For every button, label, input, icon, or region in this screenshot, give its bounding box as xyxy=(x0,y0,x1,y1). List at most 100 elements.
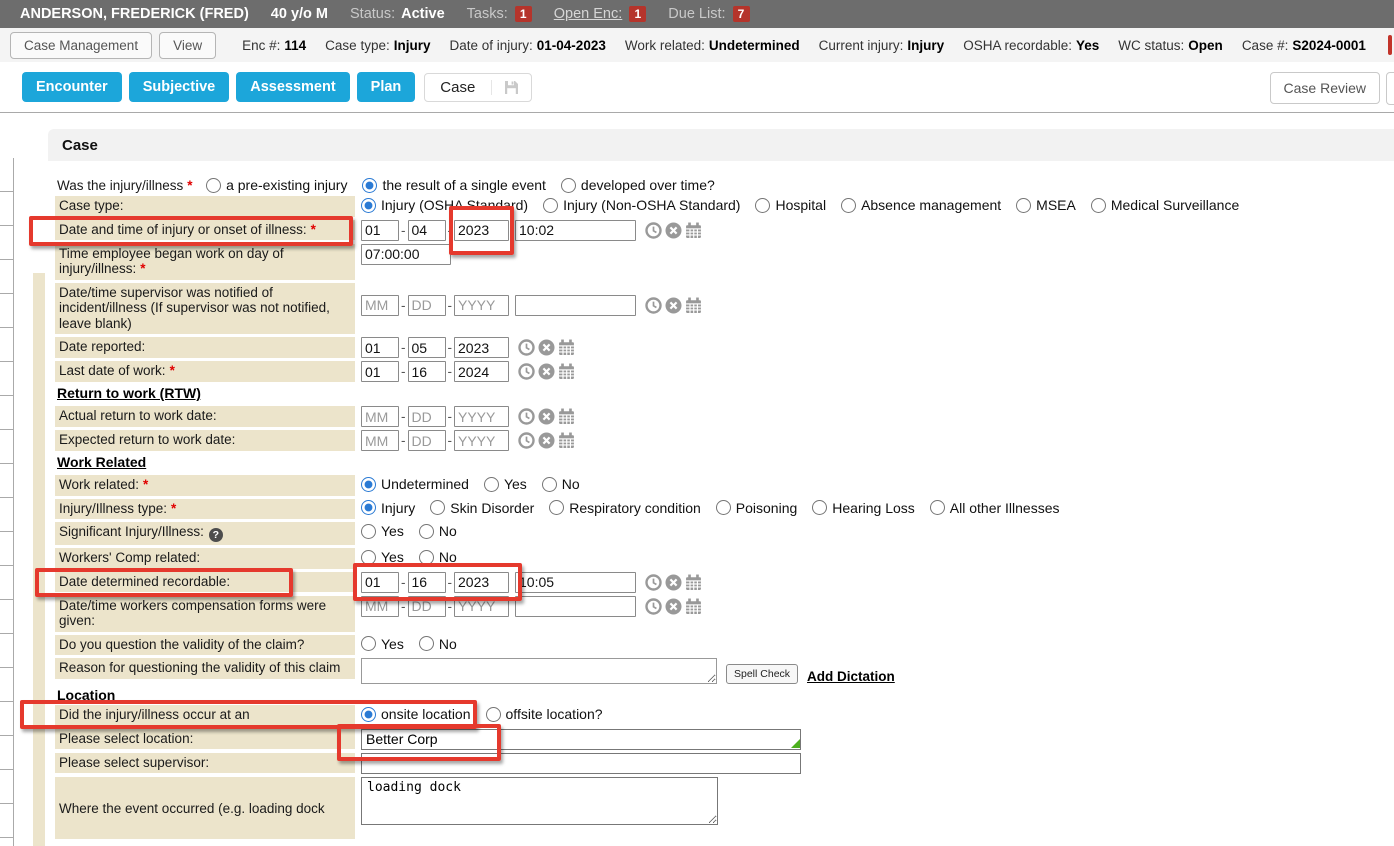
option-work-related-yes[interactable]: Yes xyxy=(484,475,527,492)
clear-icon[interactable] xyxy=(538,408,555,425)
case-review-button[interactable]: Case Review xyxy=(1270,72,1380,104)
clock-icon[interactable] xyxy=(645,222,662,239)
wc-forms-time-input[interactable] xyxy=(515,596,636,617)
option-work-related-no[interactable]: No xyxy=(542,475,580,492)
option-significant-yes[interactable]: Yes xyxy=(361,522,404,539)
supervisor-notified-month-input[interactable] xyxy=(361,295,399,316)
supervisor-notified-day-input[interactable] xyxy=(408,295,446,316)
injury-year-input[interactable] xyxy=(454,220,509,241)
tab-assessment[interactable]: Assessment xyxy=(236,72,349,102)
view-button[interactable]: View xyxy=(159,32,216,59)
save-icon[interactable] xyxy=(491,80,531,95)
date-reported-day-input[interactable] xyxy=(408,337,446,358)
calendar-icon[interactable] xyxy=(685,222,702,239)
last-date-month-input[interactable] xyxy=(361,361,399,382)
option-type-poisoning[interactable]: Poisoning xyxy=(716,499,798,516)
supervisor-notified-year-input[interactable] xyxy=(454,295,509,316)
option-pre-existing-injury[interactable]: a pre-existing injury xyxy=(206,176,347,193)
add-dictation-link[interactable]: Add Dictation xyxy=(807,669,895,684)
option-type-skin-disorder[interactable]: Skin Disorder xyxy=(430,499,534,516)
actual-rtw-month-input[interactable] xyxy=(361,406,399,427)
option-wc-yes[interactable]: Yes xyxy=(361,548,404,565)
clear-icon[interactable] xyxy=(538,339,555,356)
last-date-day-input[interactable] xyxy=(408,361,446,382)
last-date-year-input[interactable] xyxy=(454,361,509,382)
option-offsite-location[interactable]: offsite location? xyxy=(486,705,603,722)
clear-icon[interactable] xyxy=(665,598,682,615)
due-list-count-badge[interactable]: 7 xyxy=(733,6,750,22)
date-reported-year-input[interactable] xyxy=(454,337,509,358)
tab-subjective[interactable]: Subjective xyxy=(129,72,230,102)
option-single-event[interactable]: the result of a single event xyxy=(362,176,545,193)
option-significant-no[interactable]: No xyxy=(419,522,457,539)
began-work-time-input[interactable] xyxy=(361,244,451,265)
option-absence-management[interactable]: Absence management xyxy=(841,196,1001,213)
calendar-icon[interactable] xyxy=(558,408,575,425)
tasks-count-badge[interactable]: 1 xyxy=(515,6,532,22)
injury-day-input[interactable] xyxy=(408,220,446,241)
clock-icon[interactable] xyxy=(518,408,535,425)
option-wc-no[interactable]: No xyxy=(419,548,457,565)
expected-rtw-day-input[interactable] xyxy=(408,430,446,451)
calendar-icon[interactable] xyxy=(558,432,575,449)
tab-encounter[interactable]: Encounter xyxy=(22,72,122,102)
wc-forms-day-input[interactable] xyxy=(408,596,446,617)
option-hospital[interactable]: Hospital xyxy=(755,196,826,213)
clear-icon[interactable] xyxy=(538,432,555,449)
calendar-icon[interactable] xyxy=(558,339,575,356)
partial-button-edge[interactable] xyxy=(1386,72,1394,105)
validity-reason-textarea[interactable] xyxy=(361,658,717,684)
option-type-hearing-loss[interactable]: Hearing Loss xyxy=(812,499,915,516)
actual-rtw-year-input[interactable] xyxy=(454,406,509,427)
open-enc-count-badge[interactable]: 1 xyxy=(629,6,646,22)
wc-forms-year-input[interactable] xyxy=(454,596,509,617)
clock-icon[interactable] xyxy=(645,574,662,591)
case-management-button[interactable]: Case Management xyxy=(10,32,152,59)
where-occurred-textarea[interactable]: loading dock xyxy=(361,777,718,825)
supervisor-notified-time-input[interactable] xyxy=(515,295,636,316)
actual-rtw-day-input[interactable] xyxy=(408,406,446,427)
date-reported-month-input[interactable] xyxy=(361,337,399,358)
calendar-icon[interactable] xyxy=(685,297,702,314)
clock-icon[interactable] xyxy=(645,598,662,615)
clear-icon[interactable] xyxy=(538,363,555,380)
wc-forms-month-input[interactable] xyxy=(361,596,399,617)
clear-icon[interactable] xyxy=(665,222,682,239)
recordable-day-input[interactable] xyxy=(408,572,446,593)
option-developed-over-time[interactable]: developed over time? xyxy=(561,176,715,193)
option-type-respiratory[interactable]: Respiratory condition xyxy=(549,499,701,516)
clock-icon[interactable] xyxy=(518,339,535,356)
calendar-icon[interactable] xyxy=(558,363,575,380)
recordable-year-input[interactable] xyxy=(454,572,509,593)
location-input[interactable] xyxy=(361,729,801,750)
tab-plan[interactable]: Plan xyxy=(357,72,416,102)
calendar-icon[interactable] xyxy=(685,598,702,615)
help-icon[interactable]: ? xyxy=(209,528,223,542)
recordable-time-input[interactable] xyxy=(515,572,636,593)
calendar-icon[interactable] xyxy=(685,574,702,591)
supervisor-input[interactable] xyxy=(361,753,801,774)
option-onsite-location[interactable]: onsite location xyxy=(361,705,471,722)
expected-rtw-month-input[interactable] xyxy=(361,430,399,451)
clock-icon[interactable] xyxy=(645,297,662,314)
option-type-injury[interactable]: Injury xyxy=(361,499,415,516)
clock-icon[interactable] xyxy=(518,363,535,380)
option-type-all-other[interactable]: All other Illnesses xyxy=(930,499,1060,516)
spell-check-button[interactable]: Spell Check xyxy=(726,664,798,684)
option-injury-non-osha[interactable]: Injury (Non-OSHA Standard) xyxy=(543,196,740,213)
option-injury-osha[interactable]: Injury (OSHA Standard) xyxy=(361,196,528,213)
expected-rtw-year-input[interactable] xyxy=(454,430,509,451)
recordable-month-input[interactable] xyxy=(361,572,399,593)
option-work-related-undetermined[interactable]: Undetermined xyxy=(361,475,469,492)
option-validity-yes[interactable]: Yes xyxy=(361,635,404,652)
option-validity-no[interactable]: No xyxy=(419,635,457,652)
injury-month-input[interactable] xyxy=(361,220,399,241)
open-enc-link[interactable]: Open Enc: xyxy=(554,6,623,22)
injury-time-input[interactable] xyxy=(515,220,636,241)
clear-icon[interactable] xyxy=(665,297,682,314)
clock-icon[interactable] xyxy=(518,432,535,449)
clear-icon[interactable] xyxy=(665,574,682,591)
tab-case-active[interactable]: Case xyxy=(424,73,532,102)
option-msea[interactable]: MSEA xyxy=(1016,196,1076,213)
option-medical-surveillance[interactable]: Medical Surveillance xyxy=(1091,196,1239,213)
